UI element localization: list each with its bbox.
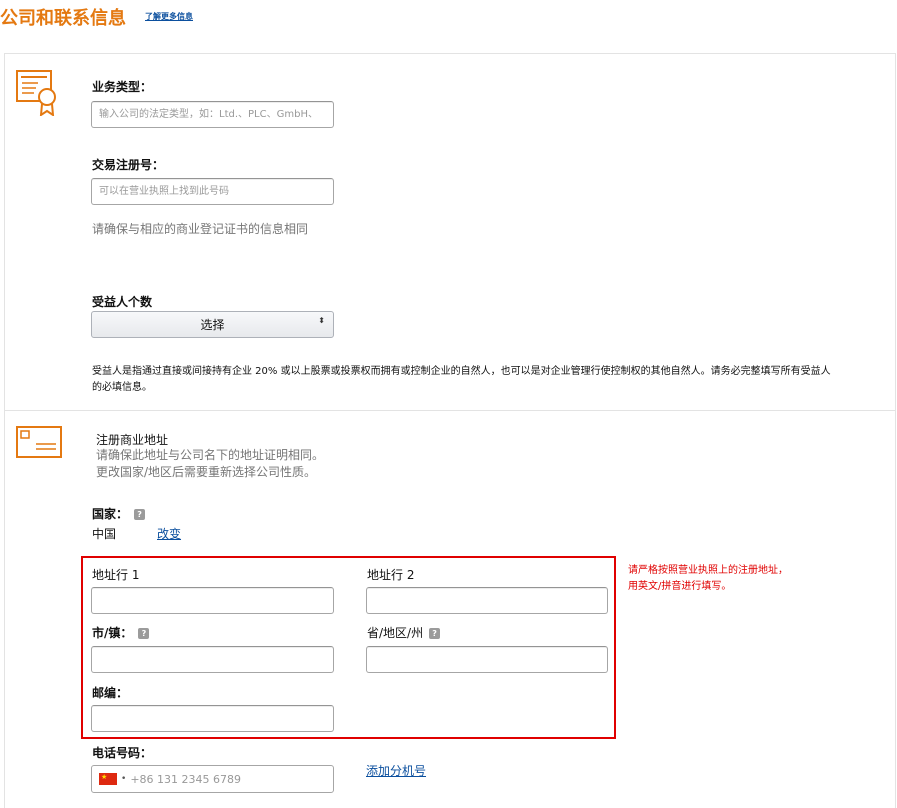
registration-input[interactable] — [91, 178, 334, 205]
change-country-link[interactable]: 改变 — [157, 525, 181, 542]
address-line1-input[interactable] — [91, 587, 334, 614]
zip-label: 邮编： — [92, 686, 129, 700]
address-red-note-line1: 请严格按照营业执照上的注册地址， — [628, 565, 788, 576]
select-arrow-icon: ⬍ — [318, 316, 325, 325]
city-label-text: 市/镇： — [92, 626, 133, 640]
business-type-label: 业务类型： — [92, 80, 153, 94]
address-hint-line1: 请确保此地址与公司名下的地址证明相同。 — [96, 448, 325, 462]
beneficiary-note-line2: 的必填信息。 — [92, 382, 152, 393]
zip-input[interactable] — [91, 705, 334, 732]
dropdown-dot-icon: • — [121, 774, 127, 784]
address-line2-input[interactable] — [366, 587, 608, 614]
address-line2-label: 地址行 2 — [367, 568, 415, 582]
business-type-input[interactable] — [91, 101, 334, 128]
registration-label: 交易注册号： — [92, 158, 165, 172]
address-card-icon — [16, 426, 62, 458]
state-input[interactable] — [366, 646, 608, 673]
phone-label: 电话号码： — [92, 746, 153, 760]
phone-input[interactable] — [130, 772, 311, 786]
address-line1-label: 地址行 1 — [92, 568, 140, 582]
address-hint-line2: 更改国家/地区后需要重新选择公司性质。 — [96, 465, 317, 479]
beneficiary-select-value: 选择 — [200, 318, 225, 332]
address-section-title: 注册商业地址 — [96, 433, 169, 447]
state-label-text: 省/地区/州 — [367, 626, 424, 640]
section-divider — [4, 410, 896, 411]
address-red-note-line2: 用英文/拼音进行填写。 — [628, 581, 732, 592]
help-icon[interactable]: ? — [134, 509, 146, 520]
country-label-text: 国家： — [92, 507, 129, 521]
address-hint: 请确保此地址与公司名下的地址证明相同。 更改国家/地区后需要重新选择公司性质。 — [96, 447, 324, 481]
beneficiary-note-line1: 受益人是指通过直接或间接持有企业 20% 或以上股票或投票权而拥有或控制企业的自… — [92, 366, 831, 377]
registration-hint: 请确保与相应的商业登记证书的信息相同 — [92, 222, 309, 236]
beneficiary-note: 受益人是指通过直接或间接持有企业 20% 或以上股票或投票权而拥有或控制企业的自… — [92, 364, 892, 396]
phone-field[interactable]: ★ • — [91, 765, 334, 793]
city-input[interactable] — [91, 646, 334, 673]
country-label: 国家：? — [92, 505, 146, 522]
state-label: 省/地区/州? — [367, 624, 441, 641]
address-red-note: 请严格按照营业执照上的注册地址， 用英文/拼音进行填写。 — [628, 563, 788, 595]
page-title: 公司和联系信息 — [0, 8, 126, 29]
add-extension-link[interactable]: 添加分机号 — [366, 762, 426, 779]
help-icon[interactable]: ? — [138, 628, 150, 639]
beneficiary-label: 受益人个数 — [92, 295, 153, 309]
country-value: 中国 — [92, 527, 117, 541]
certificate-icon — [16, 70, 56, 116]
beneficiary-select[interactable]: 选择 ⬍ — [91, 311, 334, 338]
learn-more-link[interactable]: 了解更多信息 — [145, 11, 193, 22]
city-label: 市/镇：? — [92, 624, 150, 641]
help-icon[interactable]: ? — [429, 628, 441, 639]
china-flag-icon[interactable]: ★ — [99, 773, 117, 785]
